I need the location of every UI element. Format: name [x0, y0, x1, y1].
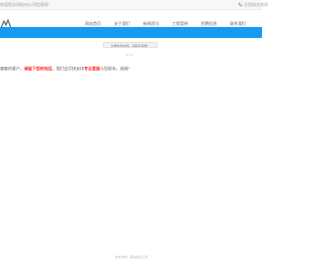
hero-banner — [0, 27, 262, 38]
hotline-text: 全国服务热线 — [244, 2, 268, 7]
phone-icon — [238, 2, 243, 6]
content-prefix: 尊敬的客户， — [0, 66, 24, 71]
content-middle: ，我们会尽快安排 — [52, 66, 84, 71]
content-highlight-phone: 请留下您的电话 — [24, 66, 52, 71]
page-indicator: 1 / 1 — [126, 53, 133, 57]
top-bar: 欢迎您访问杭州公司信息网！ 全国服务热线 — [0, 0, 268, 10]
content-suffix: 与您联系，谢谢！ — [100, 66, 132, 71]
footer-text: 技术支持：网站建设公司 — [115, 255, 149, 259]
content-text: 尊敬的客户，请留下您的电话，我们会尽快安排专业客服与您联系，谢谢！ — [0, 66, 132, 71]
welcome-text: 欢迎您访问杭州公司信息网！ — [0, 2, 52, 7]
content-highlight-service: 专业客服 — [84, 66, 100, 71]
notice-button[interactable]: 您要找的内容，请联系客服！ — [103, 42, 158, 48]
